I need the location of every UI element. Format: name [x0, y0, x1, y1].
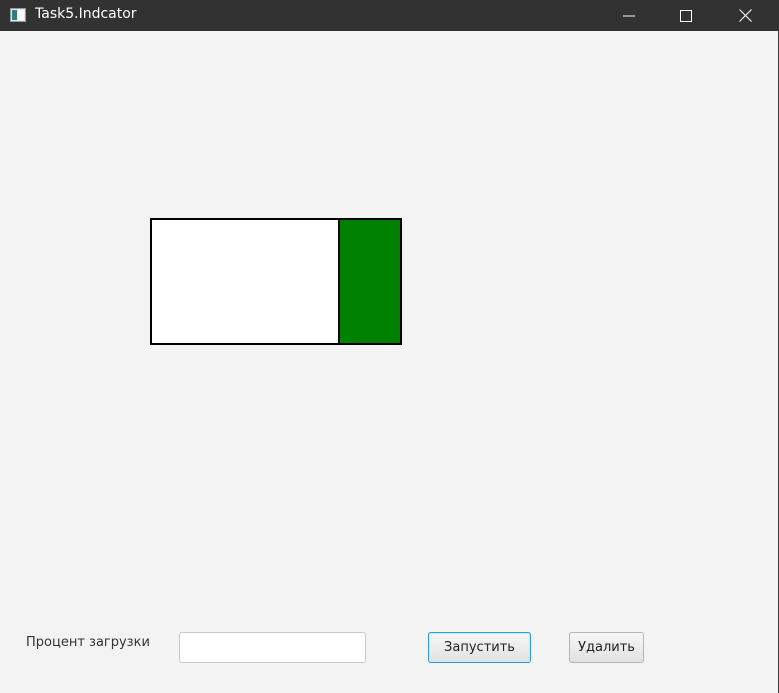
- close-button[interactable]: [722, 0, 768, 31]
- minimize-icon: [623, 10, 635, 22]
- percent-label: Процент загрузки: [26, 635, 150, 650]
- java-app-icon: [10, 7, 26, 22]
- window-title: Task5.Indcator: [35, 6, 137, 22]
- close-icon: [738, 9, 752, 22]
- delete-button[interactable]: Удалить: [569, 632, 644, 663]
- app-window: Task5.Indcator Процент загрузки Запустит…: [0, 0, 779, 693]
- minimize-button[interactable]: [606, 0, 652, 31]
- load-indicator: [150, 218, 402, 345]
- maximize-icon: [680, 9, 692, 22]
- percent-input[interactable]: [179, 632, 366, 663]
- title-bar[interactable]: Task5.Indcator: [0, 0, 779, 31]
- load-indicator-fill: [338, 220, 400, 343]
- maximize-button[interactable]: [663, 0, 709, 31]
- start-button[interactable]: Запустить: [428, 632, 531, 663]
